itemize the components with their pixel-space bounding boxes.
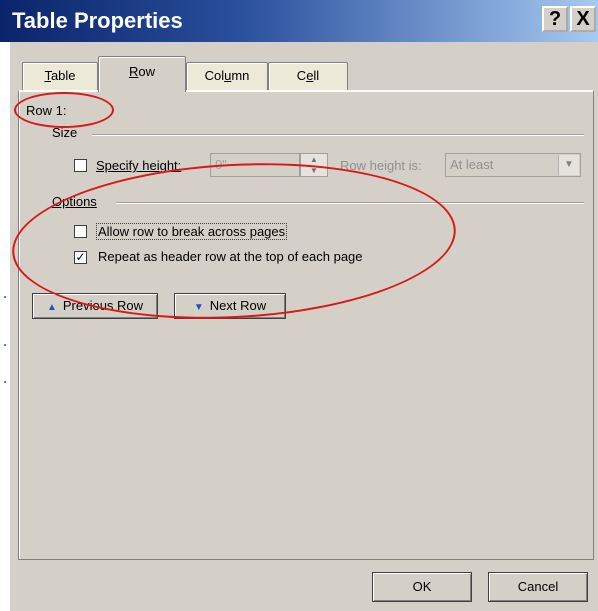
next-row-label: Next Row bbox=[209, 298, 267, 313]
options-heading: Options bbox=[52, 194, 97, 209]
cancel-button[interactable]: Cancel bbox=[488, 572, 588, 602]
window-title: Table Properties bbox=[12, 8, 183, 33]
help-button[interactable]: ? bbox=[542, 6, 568, 32]
size-heading: Size bbox=[52, 125, 78, 140]
margin-dot bbox=[4, 381, 6, 383]
row-height-is-select[interactable]: At least ▼ bbox=[445, 153, 581, 177]
repeat-header-checkbox[interactable]: ✓ bbox=[74, 251, 87, 264]
allow-break-checkbox[interactable] bbox=[74, 225, 87, 238]
tab-row[interactable]: Row bbox=[98, 56, 186, 92]
tab-cell-rest: ll bbox=[313, 68, 320, 83]
close-icon: X bbox=[576, 8, 590, 30]
tab-column[interactable]: Column bbox=[186, 62, 268, 90]
row-height-is-value: At least bbox=[450, 157, 494, 172]
tab-cell[interactable]: Cell bbox=[268, 62, 348, 90]
previous-row-button[interactable]: ▲ Previous Row bbox=[32, 293, 158, 319]
specify-height-label[interactable]: Specify height: bbox=[96, 158, 181, 173]
row-number-label: Row 1: bbox=[26, 103, 67, 118]
close-button[interactable]: X bbox=[570, 6, 596, 32]
dialog-body: Table Column Cell Row Row 1: Size Specif… bbox=[10, 42, 598, 611]
tab-table-rest: able bbox=[50, 68, 76, 83]
specify-height-checkbox[interactable] bbox=[74, 159, 87, 172]
margin-dot bbox=[4, 344, 6, 346]
options-separator bbox=[116, 202, 584, 204]
margin-dot bbox=[4, 296, 6, 298]
arrow-up-icon: ▲ bbox=[46, 302, 57, 313]
spin-up-icon[interactable]: ▲ bbox=[301, 154, 327, 165]
allow-break-label[interactable]: Allow row to break across pages bbox=[96, 223, 288, 240]
arrow-down-icon: ▼ bbox=[193, 302, 204, 313]
size-separator bbox=[92, 134, 584, 136]
tab-row-rest: ow bbox=[138, 64, 155, 79]
tab-row-mnemonic: R bbox=[128, 64, 139, 79]
height-spinner[interactable]: ▲ ▼ bbox=[300, 153, 328, 177]
ok-button[interactable]: OK bbox=[372, 572, 472, 602]
title-bar[interactable]: Table Properties ? X bbox=[0, 0, 598, 42]
repeat-header-label[interactable]: Repeat as header row at the top of each … bbox=[98, 249, 363, 264]
tab-column-pre: Col bbox=[204, 68, 225, 83]
tab-column-rest: mn bbox=[231, 68, 250, 83]
tab-table[interactable]: Table bbox=[22, 62, 98, 90]
height-input[interactable]: 0" bbox=[210, 153, 300, 177]
tab-cell-pre: C bbox=[296, 68, 307, 83]
next-row-button[interactable]: ▼ Next Row bbox=[174, 293, 286, 319]
row-height-is-label: Row height is: bbox=[340, 158, 422, 173]
chevron-down-icon[interactable]: ▼ bbox=[558, 155, 579, 175]
help-icon: ? bbox=[548, 8, 562, 30]
spin-down-icon[interactable]: ▼ bbox=[301, 165, 327, 176]
previous-row-label: Previous Row bbox=[62, 298, 144, 313]
